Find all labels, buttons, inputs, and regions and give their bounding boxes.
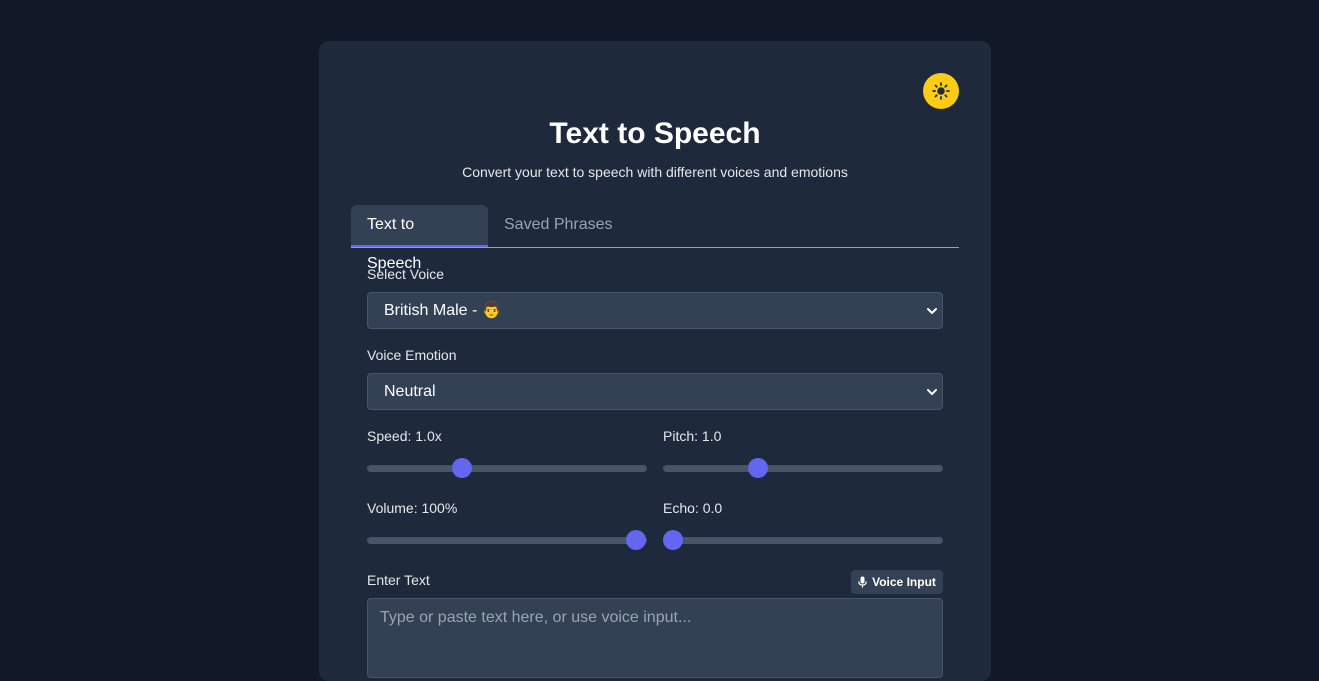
pitch-slider[interactable]: [663, 458, 943, 478]
emotion-select-value: Neutral: [384, 383, 436, 400]
slider-track: [663, 537, 943, 544]
slider-thumb[interactable]: [748, 458, 769, 478]
voice-select-label: Select Voice: [367, 266, 445, 282]
slider-thumb[interactable]: [452, 458, 473, 478]
echo-label: Echo: 0.0: [663, 500, 723, 516]
tab-bar: Text to Speech Saved Phrases: [351, 205, 959, 272]
voice-input-label: Voice Input: [872, 575, 936, 589]
slider-track: [367, 537, 647, 544]
voice-input-button[interactable]: Voice Input: [851, 570, 943, 594]
text-input[interactable]: [367, 598, 943, 678]
slider-track: [663, 465, 943, 472]
echo-slider[interactable]: [663, 530, 943, 550]
text-input-label: Enter Text: [367, 572, 430, 588]
theme-toggle-button[interactable]: [923, 73, 959, 109]
speed-label: Speed: 1.0x: [367, 428, 442, 444]
sun-icon: [932, 82, 950, 100]
tts-card: Text to Speech Convert your text to spee…: [319, 41, 991, 681]
volume-label: Volume: 100%: [367, 500, 458, 516]
speed-slider[interactable]: [367, 458, 647, 478]
slider-thumb[interactable]: [663, 530, 684, 550]
page-subtitle: Convert your text to speech with differe…: [462, 164, 848, 180]
emotion-select-label: Voice Emotion: [367, 347, 457, 363]
voice-select[interactable]: British Male - 👨: [367, 292, 943, 329]
emotion-select[interactable]: Neutral: [367, 373, 943, 410]
volume-slider[interactable]: [367, 530, 647, 550]
voice-select-value: British Male - 👨: [384, 302, 502, 319]
tab-saved-phrases[interactable]: Saved Phrases: [488, 205, 629, 247]
slider-thumb[interactable]: [625, 530, 646, 550]
page-title: Text to Speech: [549, 117, 761, 150]
tab-text-to-speech[interactable]: Text to Speech: [351, 205, 488, 272]
microphone-icon: [858, 576, 867, 588]
chevron-down-icon: [927, 308, 937, 314]
slider-track: [367, 465, 647, 472]
chevron-down-icon: [927, 389, 937, 395]
pitch-label: Pitch: 1.0: [663, 428, 722, 444]
